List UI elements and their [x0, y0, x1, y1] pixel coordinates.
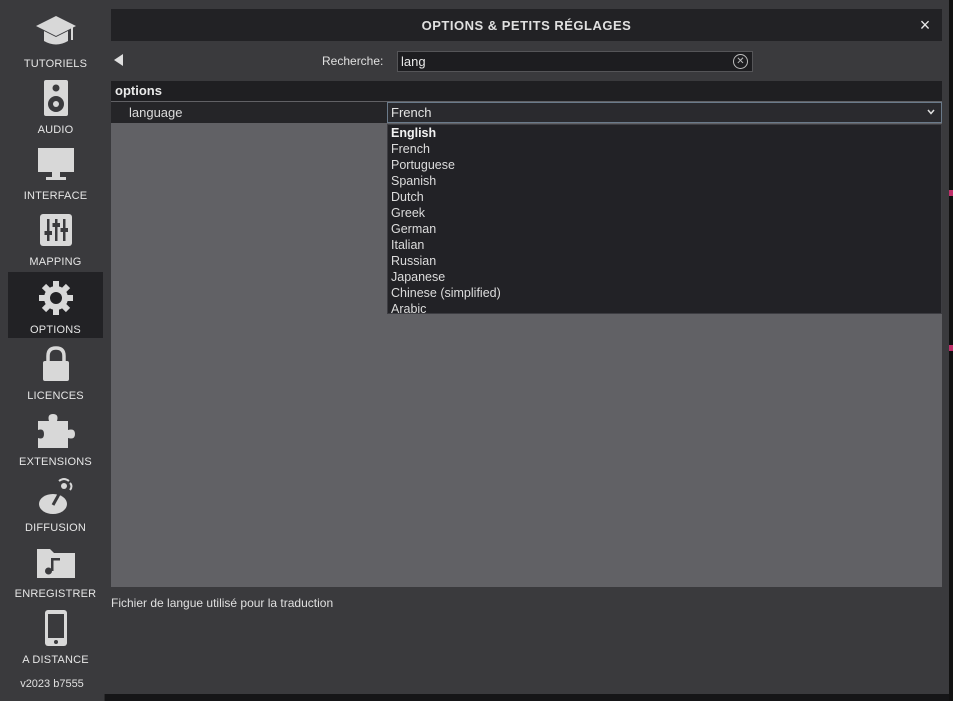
sidebar-item-options[interactable]: OPTIONS — [8, 272, 103, 338]
language-dropdown-list: English French Portuguese Spanish Dutch … — [387, 124, 942, 317]
sidebar-item-audio[interactable]: AUDIO — [8, 72, 103, 138]
options-panel: options language French English French P… — [111, 81, 942, 587]
sidebar-item-a-distance[interactable]: A DISTANCE — [8, 602, 103, 668]
dropdown-option-english[interactable]: English — [388, 125, 941, 141]
background-marker — [949, 190, 953, 196]
version-label: v2023 b7555 — [20, 678, 84, 690]
search-box: ✕ — [397, 51, 753, 72]
back-arrow-icon[interactable] — [114, 54, 123, 66]
dropdown-option-german[interactable]: German — [388, 221, 941, 237]
dropdown-option-russian[interactable]: Russian — [388, 253, 941, 269]
language-select[interactable]: French — [387, 102, 942, 123]
settings-sidebar: TUTORIELS AUDIO INTERFACE MAPPING OPTION… — [0, 0, 105, 701]
sidebar-item-interface[interactable]: INTERFACE — [8, 138, 103, 204]
sidebar-item-label: TUTORIELS — [23, 58, 88, 70]
sidebar-item-label: LICENCES — [27, 390, 84, 402]
search-input[interactable] — [401, 53, 731, 70]
sidebar-item-label: OPTIONS — [30, 324, 81, 336]
sidebar-item-licences[interactable]: LICENCES — [8, 338, 103, 404]
graduation-cap-icon — [34, 12, 78, 52]
language-select-value: French — [391, 105, 432, 120]
sidebar-item-extensions[interactable]: EXTENSIONS — [8, 404, 103, 470]
background-app-bottom — [100, 694, 949, 701]
clear-search-icon[interactable]: ✕ — [733, 54, 748, 69]
puzzle-icon — [34, 410, 78, 450]
lock-icon — [34, 344, 78, 384]
option-row-language: language French — [111, 102, 942, 123]
sidebar-item-tutoriels[interactable]: TUTORIELS — [8, 6, 103, 72]
gear-icon — [34, 278, 78, 318]
speaker-icon — [34, 78, 78, 118]
dropdown-option-italian[interactable]: Italian — [388, 237, 941, 253]
background-marker — [949, 345, 953, 351]
music-folder-icon — [34, 542, 78, 582]
sidebar-item-diffusion[interactable]: DIFFUSION — [8, 470, 103, 536]
sidebar-item-enregistrer[interactable]: ENREGISTRER — [8, 536, 103, 602]
sidebar-item-label: DIFFUSION — [24, 522, 87, 534]
dialog-title: OPTIONS & PETITS RÉGLAGES — [421, 17, 632, 33]
option-description: Fichier de langue utilisé pour la traduc… — [111, 596, 334, 610]
monitor-icon — [34, 144, 78, 184]
sidebar-item-label: EXTENSIONS — [19, 456, 92, 468]
broadcast-icon — [34, 476, 78, 516]
search-label: Recherche: — [322, 54, 384, 68]
sidebar-item-mapping[interactable]: MAPPING — [8, 204, 103, 270]
options-dialog: OPTIONS & PETITS RÉGLAGES × Recherche: ✕… — [104, 0, 949, 694]
dropdown-option-arabic[interactable]: Arabic — [388, 301, 941, 317]
dropdown-option-portuguese[interactable]: Portuguese — [388, 157, 941, 173]
dropdown-option-greek[interactable]: Greek — [388, 205, 941, 221]
sidebar-item-label: A DISTANCE — [22, 654, 89, 666]
option-label: language — [129, 105, 183, 120]
sidebar-item-label: INTERFACE — [23, 190, 88, 202]
dropdown-option-chinese-simplified[interactable]: Chinese (simplified) — [388, 285, 941, 301]
sliders-icon — [34, 210, 78, 250]
close-button[interactable]: × — [916, 15, 934, 35]
dropdown-option-spanish[interactable]: Spanish — [388, 173, 941, 189]
dropdown-option-french[interactable]: French — [388, 141, 941, 157]
background-app-strip — [949, 0, 953, 701]
chevron-down-icon — [927, 109, 935, 115]
phone-icon — [34, 608, 78, 648]
sidebar-item-label: MAPPING — [29, 256, 82, 268]
section-header: options — [111, 81, 942, 101]
dropdown-option-dutch[interactable]: Dutch — [388, 189, 941, 205]
sidebar-item-label: ENREGISTRER — [14, 588, 97, 600]
dialog-titlebar: OPTIONS & PETITS RÉGLAGES × — [111, 9, 942, 41]
dropdown-option-japanese[interactable]: Japanese — [388, 269, 941, 285]
sidebar-item-label: AUDIO — [37, 124, 74, 136]
